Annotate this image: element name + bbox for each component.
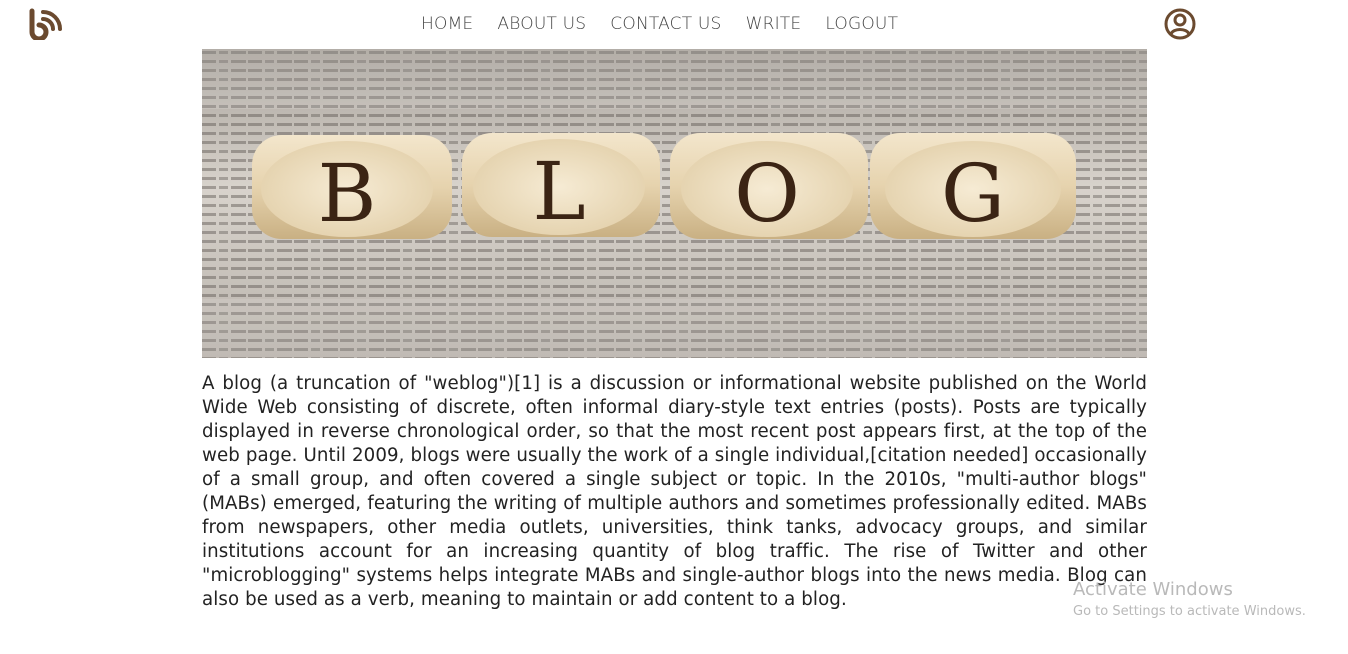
- blog-rss-logo-icon[interactable]: [28, 8, 62, 42]
- block-g: G: [870, 133, 1076, 240]
- nav-home[interactable]: HOME: [409, 13, 485, 35]
- block-b: B: [252, 135, 452, 240]
- block-o: O: [670, 133, 868, 240]
- watermark-title: Activate Windows: [1073, 579, 1233, 600]
- block-letter-b: B: [318, 147, 377, 240]
- hero-image: B L O G: [202, 49, 1147, 358]
- nav-write[interactable]: WRITE: [734, 13, 814, 35]
- block-letter-o: O: [734, 147, 800, 240]
- block-letter-l: L: [532, 145, 585, 238]
- user-circle-icon[interactable]: [1163, 7, 1197, 41]
- article-body: A blog (a truncation of "weblog")[1] is …: [202, 373, 1147, 610]
- top-navigation-bar: HOME ABOUT US CONTACT US WRITE LOGOUT: [0, 0, 1348, 48]
- nav-contact-us[interactable]: CONTACT US: [598, 13, 733, 35]
- nav-about-us[interactable]: ABOUT US: [485, 13, 598, 35]
- block-letter-g: G: [941, 147, 1005, 240]
- block-l: L: [462, 133, 660, 238]
- main-nav: HOME ABOUT US CONTACT US WRITE LOGOUT: [409, 13, 910, 35]
- watermark-subtitle: Go to Settings to activate Windows.: [1073, 604, 1306, 619]
- nav-logout[interactable]: LOGOUT: [813, 13, 910, 35]
- windows-activation-watermark: Activate Windows Go to Settings to activ…: [1073, 579, 1306, 621]
